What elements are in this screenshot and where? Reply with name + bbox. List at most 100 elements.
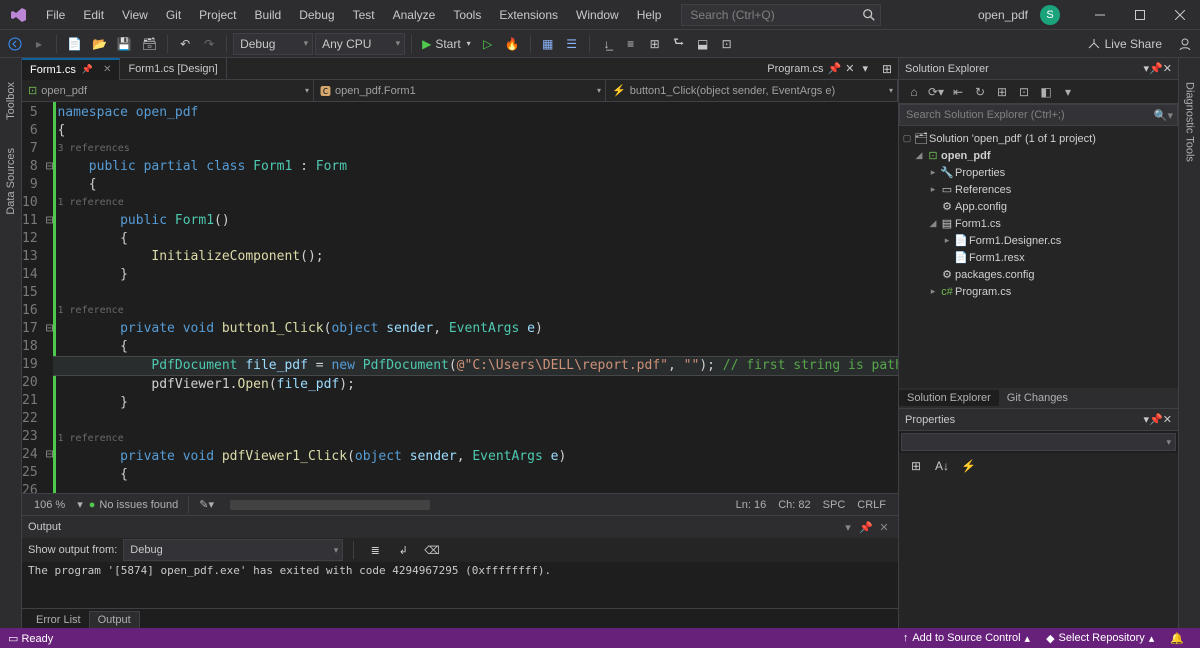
save-button[interactable]: 💾 [113, 33, 136, 55]
tree-references[interactable]: References [955, 184, 1011, 196]
menu-project[interactable]: Project [191, 4, 244, 26]
save-all-button[interactable]: 🗃 [138, 33, 161, 55]
open-file-button[interactable]: 📂 [88, 33, 111, 55]
se-tab-explorer[interactable]: Solution Explorer [899, 390, 999, 406]
tree-form1cs[interactable]: Form1.cs [955, 218, 1001, 230]
tab-output[interactable]: Output [89, 611, 140, 628]
menu-edit[interactable]: Edit [75, 4, 112, 26]
output-clear-button[interactable]: ≣ [364, 539, 386, 561]
liveshare-button[interactable]: Live Share [1081, 35, 1168, 53]
datasources-tab[interactable]: Data Sources [3, 142, 19, 221]
se-refresh-icon[interactable]: ↻ [971, 83, 989, 101]
tree-form1resx[interactable]: Form1.resx [969, 252, 1025, 264]
tree-programcs[interactable]: Program.cs [955, 286, 1011, 298]
menu-build[interactable]: Build [247, 4, 290, 26]
tb-icon-f[interactable]: ⮑ [668, 33, 690, 55]
forward-button[interactable]: ▸ [28, 33, 50, 55]
eol-mode[interactable]: CRLF [851, 499, 892, 511]
configuration-select[interactable]: Debug [233, 33, 313, 55]
se-close-button[interactable]: ✕ [1163, 62, 1172, 75]
se-collapse-icon[interactable]: ⇤ [949, 83, 967, 101]
new-item-button[interactable]: 📄 [63, 33, 86, 55]
fold-column[interactable]: ⊟ ⊟ ⊟ ⊟ [46, 102, 54, 493]
props-pin-button[interactable]: 📌 [1149, 413, 1163, 426]
pin-icon[interactable]: 📌 [82, 64, 93, 75]
tb-icon-h[interactable]: ⊡ [716, 33, 738, 55]
undo-button[interactable]: ↶ [174, 33, 196, 55]
tree-form1designer[interactable]: Form1.Designer.cs [969, 235, 1061, 247]
code-editor[interactable]: 56 78 91011 1213 141516 171819 2021 2223… [22, 102, 898, 493]
menu-git[interactable]: Git [158, 4, 189, 26]
nav-member[interactable]: ⚡button1_Click(object sender, EventArgs … [606, 80, 898, 101]
close-button[interactable] [1160, 0, 1200, 30]
props-object-select[interactable] [901, 433, 1176, 451]
nav-class[interactable]: 🅲open_pdf.Form1 [314, 80, 606, 101]
user-avatar[interactable]: S [1040, 5, 1060, 25]
diagnostic-tools-tab[interactable]: Diagnostic Tools [1182, 76, 1198, 168]
tb-icon-g[interactable]: ⬓ [692, 33, 714, 55]
menu-test[interactable]: Test [345, 4, 383, 26]
tree-project[interactable]: open_pdf [941, 150, 991, 162]
window-options-button[interactable]: ⊞ [876, 58, 898, 80]
se-pin-button[interactable]: 📌 [1149, 62, 1163, 75]
se-properties-icon[interactable]: ⊡ [1015, 83, 1033, 101]
global-search-input[interactable]: Search (Ctrl+Q) [681, 4, 881, 26]
props-events-icon[interactable]: ⚡ [957, 455, 980, 477]
maximize-button[interactable] [1120, 0, 1160, 30]
props-categorized-icon[interactable]: ⊞ [905, 455, 927, 477]
se-search-input[interactable]: Search Solution Explorer (Ctrl+;) 🔍▾ [899, 104, 1178, 126]
tab-form1-design[interactable]: Form1.cs [Design] [120, 58, 226, 80]
horizontal-scrollbar[interactable] [220, 498, 730, 512]
se-back-icon[interactable]: ⌂ [905, 83, 923, 101]
se-preview-icon[interactable]: ◧ [1037, 83, 1055, 101]
se-tab-gitchanges[interactable]: Git Changes [999, 390, 1076, 406]
output-source-select[interactable]: Debug [123, 539, 343, 561]
panel-options-button[interactable]: ▾ [840, 519, 856, 535]
tb-icon-d[interactable]: ≡ [620, 33, 642, 55]
tb-icon-e[interactable]: ⊞ [644, 33, 666, 55]
menu-view[interactable]: View [114, 4, 156, 26]
panel-pin-button[interactable]: 📌 [858, 519, 874, 535]
select-repository-button[interactable]: ◆ Select Repository ▴ [1038, 632, 1162, 645]
start-without-debug-button[interactable]: ▷ [477, 33, 499, 55]
panel-close-button[interactable]: ✕ [876, 519, 892, 535]
issues-label[interactable]: No issues found [99, 499, 178, 511]
code-area[interactable]: namespace open_pdf { 3 references public… [53, 102, 898, 493]
menu-file[interactable]: File [38, 4, 73, 26]
properties-grid[interactable] [899, 479, 1178, 628]
tree-packages[interactable]: packages.config [955, 269, 1035, 281]
se-view-icon[interactable]: ▾ [1059, 83, 1077, 101]
notifications-button[interactable]: 🔔 [1162, 632, 1192, 645]
tree-properties[interactable]: Properties [955, 167, 1005, 179]
menu-help[interactable]: Help [629, 4, 670, 26]
indent-mode[interactable]: SPC [817, 499, 852, 511]
back-button[interactable] [4, 33, 26, 55]
output-clear-all-button[interactable]: ⌫ [420, 539, 444, 561]
tb-icon-c[interactable]: ↓̲ [596, 33, 618, 55]
platform-select[interactable]: Any CPU [315, 33, 405, 55]
tb-icon-b[interactable]: ☰ [561, 33, 583, 55]
props-close-button[interactable]: ✕ [1163, 413, 1172, 426]
tb-icon-a[interactable]: ▦ [537, 33, 559, 55]
props-alpha-icon[interactable]: A↓ [931, 455, 953, 477]
menu-tools[interactable]: Tools [445, 4, 489, 26]
menu-debug[interactable]: Debug [291, 4, 342, 26]
close-tab-icon[interactable]: ✕ [103, 64, 111, 75]
solution-tree[interactable]: ▢🗂Solution 'open_pdf' (1 of 1 project) ◢… [899, 126, 1178, 388]
output-wrap-button[interactable]: ↲ [392, 539, 414, 561]
source-control-button[interactable]: ↑ Add to Source Control ▴ [895, 632, 1038, 645]
menu-extensions[interactable]: Extensions [491, 4, 566, 26]
start-debug-button[interactable]: ▶Start▾ [418, 33, 475, 55]
tab-error-list[interactable]: Error List [28, 612, 89, 628]
tab-form1-cs[interactable]: Form1.cs📌✕ [22, 58, 120, 80]
hot-reload-button[interactable]: 🔥 [501, 33, 524, 55]
minimize-button[interactable] [1080, 0, 1120, 30]
se-sync-icon[interactable]: ⟳▾ [927, 83, 945, 101]
account-button[interactable] [1174, 33, 1196, 55]
menu-analyze[interactable]: Analyze [385, 4, 444, 26]
tab-program-cs[interactable]: Program.cs📌✕▾ [759, 62, 876, 75]
tree-solution[interactable]: Solution 'open_pdf' (1 of 1 project) [929, 133, 1096, 145]
se-showall-icon[interactable]: ⊞ [993, 83, 1011, 101]
nav-project[interactable]: ⊡open_pdf [22, 80, 314, 101]
zoom-level[interactable]: 106 % [28, 499, 71, 511]
